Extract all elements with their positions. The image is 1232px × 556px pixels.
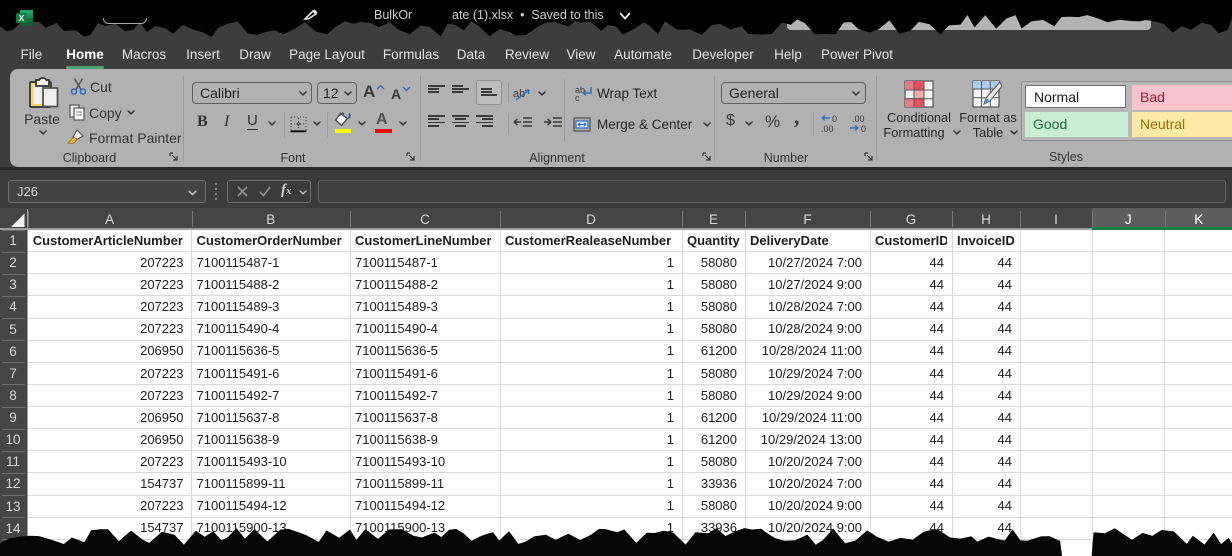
svg-text:X: X <box>19 13 25 23</box>
svg-text:0: 0 <box>832 114 837 124</box>
svg-text:.00: .00 <box>821 124 834 133</box>
svg-text:c: c <box>575 93 580 102</box>
svg-text:.00: .00 <box>852 114 865 124</box>
